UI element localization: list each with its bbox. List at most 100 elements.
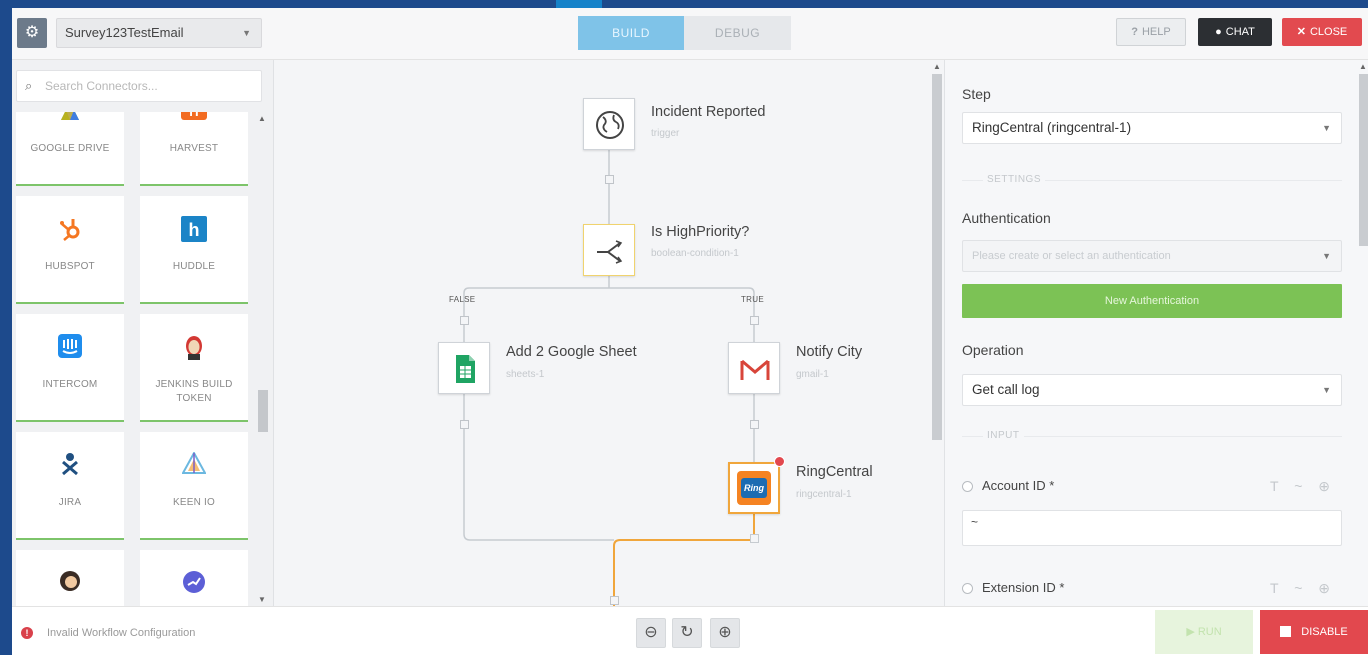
connector-jira[interactable]: JIRA [16,432,124,540]
connector-hubspot[interactable]: HUBSPOT [16,196,124,304]
connector-sidebar: ⌕ GOOGLE DRIVE H HARVEST HUBSPOT [12,60,274,606]
gear-icon: ⚙ [24,24,40,41]
globe-icon [596,111,624,139]
node-is-highpriority[interactable] [583,224,635,276]
stop-icon [1280,625,1292,637]
node-incident-reported[interactable] [583,98,635,150]
new-authentication-button[interactable]: New Authentication [962,284,1342,318]
help-label: HELP [1141,26,1171,38]
connector-label: HUDDLE [172,261,216,272]
search-icon: ⌕ [25,78,33,93]
authentication-select[interactable]: Please create or select an authenticatio… [962,240,1342,272]
extension-id-label: Extension ID * [982,580,1065,595]
branch-label-true: TRUE [741,295,764,304]
step-config-panel: Step RingCentral (ringcentral-1) ▼ SETTI… [944,60,1368,606]
top-bar: ⚙ Survey123TestEmail ▼ BUILD DEBUG ? HELP… [12,8,1368,60]
scroll-up-icon[interactable]: ▲ [258,114,266,123]
connector-label: JIRA [58,497,82,508]
connection-port[interactable] [750,534,759,543]
operation-label: Operation [962,342,1024,358]
step-label: Step [962,86,991,102]
node-title: Add 2 Google Sheet [506,344,637,360]
account-id-toggle[interactable] [962,481,973,492]
step-select[interactable]: RingCentral (ringcentral-1) ▼ [962,112,1342,144]
node-subtitle: boolean-condition-1 [651,248,739,259]
field-type-tools[interactable]: T ~ ⊕ [1270,580,1336,597]
node-title: Incident Reported [651,104,766,120]
field-type-tools[interactable]: T ~ ⊕ [1270,478,1336,495]
connector-label: HUBSPOT [45,261,95,272]
tab-build[interactable]: BUILD [578,16,684,50]
split-icon [597,240,623,264]
node-notify-city[interactable] [728,342,780,394]
connector-huddle[interactable]: h HUDDLE [140,196,248,304]
panel-scrollbar[interactable]: ▲ [1357,60,1368,606]
connection-port[interactable] [750,420,759,429]
scroll-up-icon[interactable]: ▲ [933,62,941,71]
mode-tabs: BUILD DEBUG [578,16,791,50]
sidebar-scrollbar[interactable]: ▲ ▼ [256,114,268,604]
connector-label: GOOGLE DRIVE [30,143,110,154]
connector-keen-io[interactable]: KEEN IO [140,432,248,540]
zoom-out-button[interactable]: ⊖ [636,618,666,648]
connector-intercom[interactable]: INTERCOM [16,314,124,422]
svg-text:h: h [189,220,200,240]
connection-port[interactable] [610,596,619,605]
node-ringcentral[interactable]: Ring [728,456,785,514]
operation-select[interactable]: Get call log ▼ [962,374,1342,406]
connection-port[interactable] [605,175,614,184]
connector-harvest[interactable]: H HARVEST [140,112,248,186]
account-id-input[interactable]: ~ [962,510,1342,546]
workflow-selector[interactable]: Survey123TestEmail ▼ [56,18,262,48]
tab-debug[interactable]: DEBUG [684,16,791,50]
error-dot-icon [774,456,785,467]
scroll-down-icon[interactable]: ▼ [258,595,266,604]
close-button[interactable]: ✕ CLOSE [1282,18,1362,46]
connector-label: INTERCOM [42,379,98,390]
connection-port[interactable] [460,316,469,325]
chart-circle-icon [140,570,248,600]
chat-button[interactable]: ● CHAT [1198,18,1272,46]
step-value: RingCentral (ringcentral-1) [972,120,1132,135]
search-input[interactable] [45,77,245,95]
chat-label: CHAT [1225,26,1255,38]
reset-view-button[interactable]: ↻ [672,618,702,648]
connector-label: HARVEST [169,143,219,154]
connection-port[interactable] [460,420,469,429]
jenkins-icon [140,334,248,364]
connector-label: JENKINS BUILD TOKEN [155,379,233,404]
connector-google-drive[interactable]: GOOGLE DRIVE [16,112,124,186]
canvas-scrollbar[interactable]: ▲ [930,60,944,606]
scroll-thumb[interactable] [1359,74,1368,246]
extension-id-toggle[interactable] [962,583,973,594]
connector-jenkins[interactable]: JENKINS BUILD TOKEN [140,314,248,422]
node-add-google-sheet[interactable] [438,342,490,394]
gmail-icon [740,359,770,380]
scroll-thumb[interactable] [258,390,268,432]
account-id-row: Account ID * T ~ ⊕ [962,478,1342,498]
zoom-in-button[interactable]: ⊕ [710,618,740,648]
branch-label-false: FALSE [449,295,476,304]
run-button[interactable]: ▶ RUN [1155,610,1253,654]
disable-label: DISABLE [1301,626,1348,638]
help-button[interactable]: ? HELP [1116,18,1186,46]
harvest-icon: H [140,112,248,128]
disable-button[interactable]: DISABLE [1260,610,1368,654]
run-label: RUN [1197,626,1222,638]
connection-port[interactable] [750,316,759,325]
chat-bubble-icon: ● [1215,26,1222,38]
scroll-up-icon[interactable]: ▲ [1359,62,1367,71]
google-drive-icon [16,112,124,128]
zoom-out-icon: ⊖ [644,624,658,641]
zoom-in-icon: ⊕ [718,624,732,641]
question-icon: ? [1131,26,1138,38]
settings-button[interactable]: ⚙ [17,18,47,48]
node-title: RingCentral [796,464,873,480]
hubspot-icon [16,216,124,246]
scroll-thumb[interactable] [932,74,942,440]
close-icon: ✕ [1296,26,1306,38]
connector-mascot[interactable] [16,550,124,606]
connector-chart-circle[interactable] [140,550,248,606]
play-icon: ▶ [1186,626,1198,638]
workflow-canvas[interactable]: Incident Reported trigger Is HighPriorit… [274,60,944,606]
